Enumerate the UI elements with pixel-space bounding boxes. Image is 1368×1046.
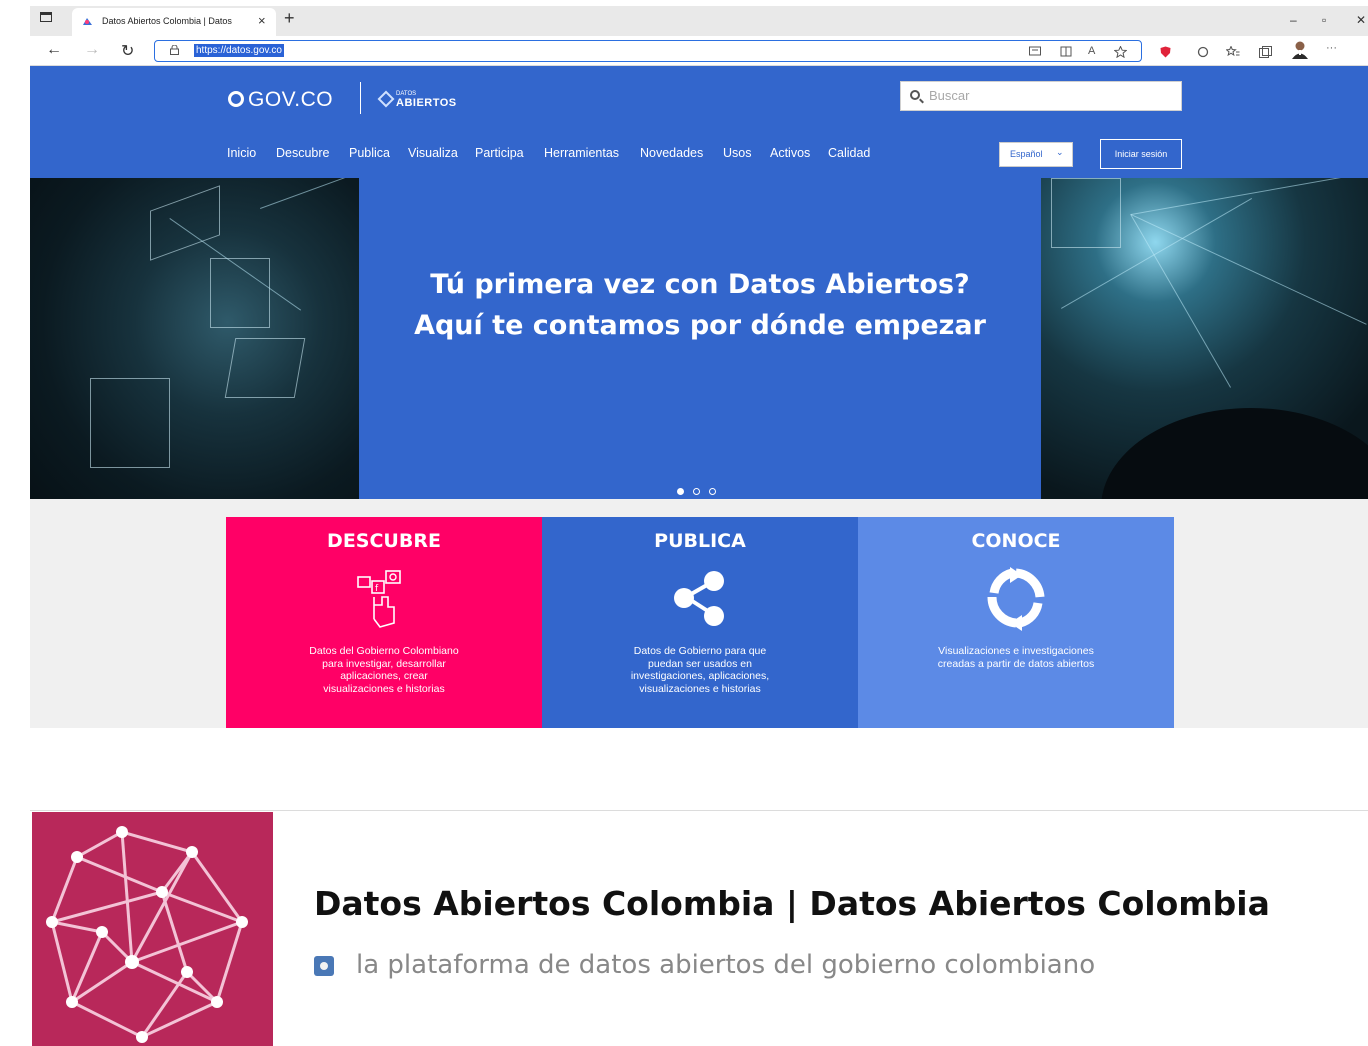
chevron-down-icon: ⌄ xyxy=(1056,147,1064,157)
logo-big-text: ABIERTOS xyxy=(396,97,457,109)
nav-herramientas[interactable]: Herramientas xyxy=(544,146,619,160)
lock-icon xyxy=(170,45,179,55)
carousel-dot-3[interactable] xyxy=(709,488,716,495)
preview-thumbnail[interactable] xyxy=(32,812,273,1046)
share-icon xyxy=(674,571,724,626)
datos-abiertos-logo[interactable]: DATOS ABIERTOS xyxy=(377,90,457,109)
shield-extension-icon[interactable] xyxy=(1160,46,1171,58)
light-beam-decoration xyxy=(1130,214,1367,325)
hero-heading-line1: Tú primera vez con Datos Abiertos? xyxy=(430,269,970,300)
app-icon[interactable] xyxy=(1060,46,1072,57)
preview-description: la plataforma de datos abiertos del gobi… xyxy=(356,950,1096,980)
datos-abiertos-mark-icon xyxy=(377,90,395,108)
nav-calidad[interactable]: Calidad xyxy=(828,146,870,160)
light-beam-decoration xyxy=(1131,178,1358,215)
url-text[interactable]: https://datos.gov.co xyxy=(194,44,284,57)
site-favicon-icon xyxy=(83,18,92,25)
nav-novedades[interactable]: Novedades xyxy=(640,146,703,160)
card-description: Visualizaciones e investigaciones creada… xyxy=(937,645,1095,670)
nav-inicio[interactable]: Inicio xyxy=(227,146,256,160)
card-description: Datos de Gobierno para que puedan ser us… xyxy=(630,645,770,695)
close-window-button[interactable]: ✕ xyxy=(1356,13,1366,27)
nav-descubre[interactable]: Descubre xyxy=(276,146,330,160)
hero-carousel: Tú primera vez con Datos Abiertos? Aquí … xyxy=(30,178,1368,499)
language-label: Español xyxy=(1010,149,1043,159)
card-description: Datos del Gobierno Colombiano para inves… xyxy=(309,645,459,695)
card-title: DESCUBRE xyxy=(327,530,441,552)
social-hand-icon: f xyxy=(357,570,401,628)
card-descubre[interactable]: DESCUBRE f Datos del Gobierno Colombiano… xyxy=(226,517,542,728)
restore-button[interactable]: ▫ xyxy=(1322,13,1326,27)
gov-co-logo[interactable]: GOV.CO xyxy=(228,88,333,112)
minimize-button[interactable]: – xyxy=(1290,13,1297,27)
preview-favicon-icon xyxy=(314,956,334,976)
carousel-dots xyxy=(677,482,725,499)
light-beam-decoration xyxy=(260,178,345,209)
nav-visualiza[interactable]: Visualiza xyxy=(408,146,458,160)
network-globe-icon xyxy=(46,826,248,1043)
light-frame-decoration xyxy=(90,378,170,468)
language-select[interactable]: Español ⌄ xyxy=(999,142,1073,167)
hero-panel[interactable]: Tú primera vez con Datos Abiertos? Aquí … xyxy=(359,178,1041,499)
tab-actions-icon[interactable] xyxy=(40,12,52,22)
profile-avatar[interactable] xyxy=(1290,40,1310,60)
forward-button[interactable]: → xyxy=(84,41,100,59)
address-toolbar: ← → ↻ https://datos.gov.co A ··· xyxy=(30,36,1368,66)
nav-participa[interactable]: Participa xyxy=(475,146,524,160)
search-icon[interactable] xyxy=(910,90,920,100)
nav-activos[interactable]: Activos xyxy=(770,146,810,160)
login-button[interactable]: Iniciar sesión xyxy=(1100,139,1182,169)
light-frame-decoration xyxy=(1051,178,1121,248)
site-header: GOV.CO DATOS ABIERTOS Inicio Descubre Pu… xyxy=(30,66,1368,178)
nav-usos[interactable]: Usos xyxy=(723,146,751,160)
carousel-dot-1[interactable] xyxy=(677,488,684,495)
reload-button[interactable]: ↻ xyxy=(121,41,134,61)
hero-heading: Tú primera vez con Datos Abiertos? Aquí … xyxy=(359,264,1041,346)
light-frame-decoration xyxy=(150,185,220,261)
address-bar[interactable]: https://datos.gov.co xyxy=(154,40,1142,62)
browser-tab[interactable]: Datos Abiertos Colombia | Datos × xyxy=(72,8,276,36)
preview-title[interactable]: Datos Abiertos Colombia | Datos Abiertos… xyxy=(314,884,1270,923)
hero-heading-line2: Aquí te contamos por dónde empezar xyxy=(414,310,986,341)
crowd-silhouette xyxy=(1101,408,1368,499)
search-input[interactable] xyxy=(929,88,1169,103)
read-aloud-icon[interactable]: A xyxy=(1088,46,1095,57)
logo-divider xyxy=(360,82,361,114)
more-menu-icon[interactable]: ··· xyxy=(1326,43,1337,54)
tab-title: Datos Abiertos Colombia | Datos xyxy=(102,16,232,26)
reader-view-icon[interactable] xyxy=(1029,46,1041,56)
light-frame-decoration xyxy=(224,338,306,398)
gov-co-logo-text: GOV.CO xyxy=(248,88,334,111)
gov-shield-icon xyxy=(228,91,244,107)
nav-publica[interactable]: Publica xyxy=(349,146,390,160)
refresh-icon xyxy=(987,567,1045,631)
card-conoce[interactable]: CONOCE Visualizaciones e investigaciones… xyxy=(858,517,1174,728)
preview-divider xyxy=(30,810,1368,811)
search-box[interactable] xyxy=(900,81,1182,111)
card-title: PUBLICA xyxy=(654,530,746,552)
refresh-extension-icon[interactable] xyxy=(1197,46,1209,58)
tab-close-icon[interactable]: × xyxy=(258,13,266,28)
collections-icon[interactable] xyxy=(1259,46,1272,58)
back-button[interactable]: ← xyxy=(46,41,62,59)
favorites-icon[interactable] xyxy=(1226,46,1240,58)
card-publica[interactable]: PUBLICA Datos de Gobierno para que pueda… xyxy=(542,517,858,728)
favorite-star-icon[interactable] xyxy=(1114,46,1127,58)
card-title: CONOCE xyxy=(971,530,1061,552)
hero-right-image xyxy=(1041,178,1368,499)
hero-left-image xyxy=(30,178,359,499)
new-tab-button[interactable]: + xyxy=(284,9,295,27)
carousel-dot-2[interactable] xyxy=(693,488,700,495)
